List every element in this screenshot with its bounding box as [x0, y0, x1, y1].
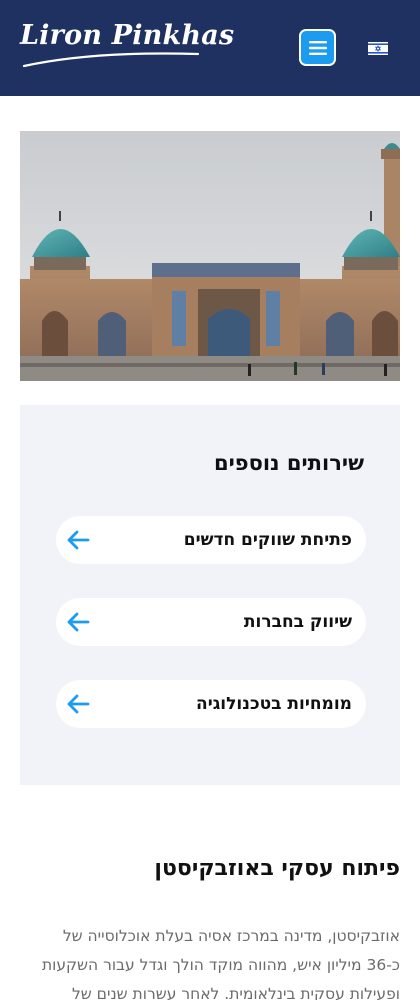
- service-link-technology-expertise[interactable]: מומחיות בטכנולוגיה: [56, 680, 366, 728]
- logo-text: Liron Pinkhas: [20, 20, 235, 51]
- arrow-left-icon: [67, 530, 90, 550]
- article-body: אוזבקיסטן, מדינה במרכז אסיה בעלת אוכלוסי…: [41, 927, 400, 1000]
- additional-services-panel: שירותים נוספים פתיחת שווקים חדשים שיווק …: [20, 405, 400, 785]
- hero-image: [20, 131, 400, 381]
- service-label: פתיחת שווקים חדשים: [183, 530, 352, 550]
- hamburger-menu-icon: [308, 40, 327, 55]
- site-logo[interactable]: Liron Pinkhas: [20, 20, 235, 76]
- service-label: מומחיות בטכנולוגיה: [196, 694, 352, 714]
- service-link-new-markets[interactable]: פתיחת שווקים חדשים: [56, 516, 366, 564]
- logo-swoosh-icon: [22, 52, 200, 68]
- arrow-left-icon: [67, 612, 90, 632]
- israel-flag-icon[interactable]: [368, 42, 388, 55]
- mosque-illustration: [20, 131, 400, 381]
- article-title: פיתוח עסקי באוזבקיסטן: [154, 856, 400, 881]
- site-header: Liron Pinkhas: [0, 0, 420, 96]
- service-link-company-marketing[interactable]: שיווק בחברות: [56, 598, 366, 646]
- service-label: שיווק בחברות: [243, 612, 352, 632]
- services-title: שירותים נוספים: [213, 451, 364, 475]
- arrow-left-icon: [67, 694, 90, 714]
- menu-button[interactable]: [299, 29, 336, 66]
